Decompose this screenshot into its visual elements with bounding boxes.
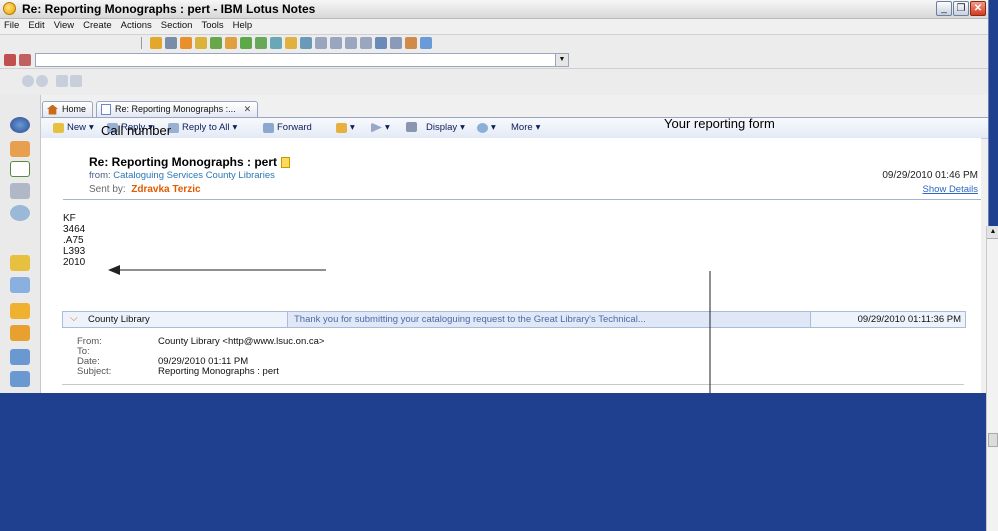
- scroll-thumb[interactable]: [988, 433, 998, 447]
- scroll-up-icon[interactable]: ▲: [987, 226, 998, 239]
- annotation-overlay: [108, 265, 711, 393]
- call-number-arrowhead: [108, 265, 120, 275]
- lotus-notes-window: Re: Reporting Monographs : pert - IBM Lo…: [0, 0, 998, 531]
